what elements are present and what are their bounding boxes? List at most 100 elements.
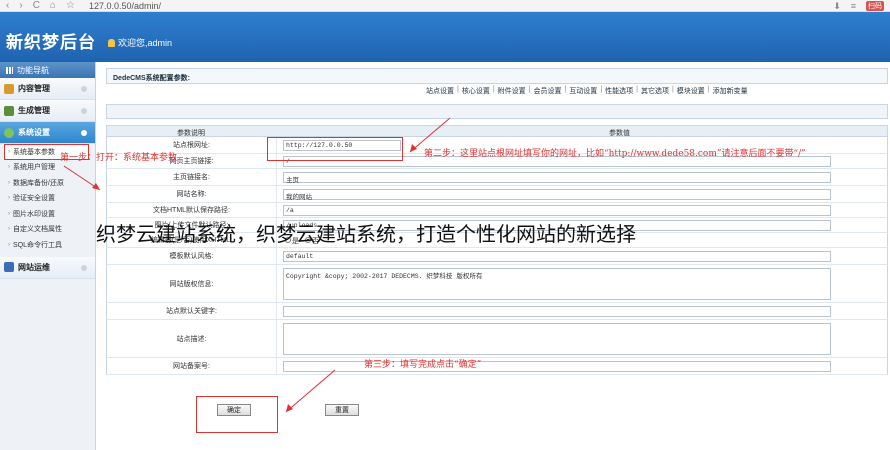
sidebar-group-system[interactable]: 系统设置 bbox=[0, 122, 95, 144]
download-icon[interactable]: ⬇ bbox=[833, 1, 841, 12]
expand-toggle-icon[interactable] bbox=[81, 108, 87, 114]
table-row: 文档HTML默认保存路径: /a bbox=[106, 203, 888, 218]
form-header-bar bbox=[106, 104, 888, 119]
reload-icon[interactable]: C bbox=[33, 0, 40, 11]
sidebar-header: 功能导航 bbox=[0, 62, 95, 78]
sidebar-item-watermark[interactable]: › 图片水印设置 bbox=[0, 206, 95, 222]
sidebar-item-label: 系统用户管理 bbox=[13, 164, 55, 172]
table-row: 站点描述: bbox=[106, 320, 888, 358]
sidebar-group-content[interactable]: 内容管理 bbox=[0, 78, 95, 100]
monitor-icon bbox=[4, 262, 14, 272]
bullet-icon: › bbox=[8, 179, 10, 186]
admin-header: 新织梦后台 欢迎您,admin bbox=[0, 12, 890, 62]
expand-toggle-icon[interactable] bbox=[81, 130, 87, 136]
template-style-input[interactable]: default bbox=[283, 251, 831, 262]
welcome-label: 欢迎您,admin bbox=[118, 38, 173, 48]
panel-title: DedeCMS系统配置参数: bbox=[106, 68, 888, 84]
back-icon[interactable]: ‹ bbox=[6, 0, 9, 11]
forward-icon[interactable]: › bbox=[19, 0, 22, 11]
settings-tabs: 站点设置 | 核心设置 | 附件设置 | 会员设置 | 互动设置 | 性能选项 | 其它选项… bbox=[426, 86, 748, 96]
step1-annotation: 第一步：打开：系统基本参数 bbox=[60, 153, 178, 163]
step2-annotation: 第二步：这里站点根网址填写你的网址，比如“http://www.dede58.c… bbox=[424, 149, 806, 159]
highlight-box-confirm bbox=[196, 396, 278, 433]
bullet-icon: › bbox=[8, 164, 10, 171]
document-icon bbox=[4, 105, 14, 116]
step3-annotation: 第三步：填写完成点击“确定” bbox=[364, 360, 482, 370]
sidebar-group-label: 生成管理 bbox=[18, 106, 50, 115]
tab-interact[interactable]: 互动设置 bbox=[569, 86, 597, 96]
pencil-icon bbox=[4, 83, 14, 94]
sidebar-item-label: SQL命令行工具 bbox=[13, 241, 63, 249]
table-row: 主页链接名: 主页 bbox=[106, 169, 888, 186]
row-label: 网站名称: bbox=[107, 186, 277, 202]
sidebar: 功能导航 内容管理 生成管理 系统设置 › 系统基本参数 › 系统用户管理 › 数据库… bbox=[0, 62, 96, 450]
sidebar-item-label: 图片水印设置 bbox=[13, 210, 55, 218]
table-header: 参数说明 参数值 bbox=[106, 125, 888, 137]
sidebar-group-label: 网站运维 bbox=[18, 262, 50, 272]
highlight-box-url bbox=[267, 137, 403, 161]
homepage-name-input[interactable]: 主页 bbox=[283, 172, 831, 184]
home-icon[interactable]: ⌂ bbox=[50, 0, 56, 11]
row-label: 站点默认关键字: bbox=[107, 303, 277, 319]
table-row: 站点默认关键字: bbox=[106, 303, 888, 320]
site-name-input[interactable]: 我的网站 bbox=[283, 189, 831, 201]
expand-toggle-icon[interactable] bbox=[81, 86, 87, 92]
row-label: 模板默认风格: bbox=[107, 248, 277, 264]
welcome-text: 欢迎您,admin bbox=[108, 36, 172, 49]
sidebar-group-ops[interactable]: 网站运维 bbox=[0, 256, 95, 279]
address-bar[interactable]: 127.0.0.50/admin/ bbox=[89, 1, 161, 11]
row-label: 文档HTML默认保存路径: bbox=[107, 203, 277, 217]
row-label: 站点描述: bbox=[107, 320, 277, 357]
table-row: 网站备案号: bbox=[106, 358, 888, 375]
sidebar-group-label: 系统设置 bbox=[18, 128, 50, 137]
overlay-caption: 织梦云建站系统，织梦云建站系统，打造个性化网站的新选择 bbox=[96, 222, 636, 246]
bullet-icon: › bbox=[8, 226, 10, 233]
sidebar-item-security[interactable]: › 验证安全设置 bbox=[0, 191, 95, 207]
bullet-icon: › bbox=[8, 241, 10, 248]
expand-toggle-icon[interactable] bbox=[81, 264, 87, 271]
sidebar-item-label: 系统基本参数 bbox=[13, 148, 55, 156]
extension-button[interactable]: 扫码 bbox=[866, 1, 884, 11]
sidebar-item-backup[interactable]: › 数据库备份/还原 bbox=[0, 175, 95, 191]
sidebar-item-doc-attrs[interactable]: › 自定义文档属性 bbox=[0, 222, 95, 238]
tab-site[interactable]: 站点设置 bbox=[426, 86, 454, 96]
table-row: 模板默认风格: default bbox=[106, 248, 888, 265]
table-row: 网站名称: 我的网站 bbox=[106, 186, 888, 203]
tab-attachment[interactable]: 附件设置 bbox=[498, 86, 526, 96]
browser-toolbar: ‹ › C ⌂ ☆ 127.0.0.50/admin/ ⬇ ≡ 扫码 bbox=[0, 0, 890, 12]
table-row: 网站版权信息: Copyright &copy; 2002-2017 DEDEC… bbox=[106, 265, 888, 303]
sidebar-group-label: 内容管理 bbox=[18, 84, 50, 93]
copyright-textarea[interactable]: Copyright &copy; 2002-2017 DEDECMS. 织梦科技… bbox=[283, 268, 831, 300]
tab-other[interactable]: 其它选项 bbox=[641, 86, 669, 96]
user-icon bbox=[108, 38, 115, 47]
tab-module[interactable]: 模块设置 bbox=[677, 86, 705, 96]
reset-button[interactable]: 重置 bbox=[325, 404, 359, 416]
site-logo: 新织梦后台 bbox=[6, 33, 96, 53]
url-text[interactable]: 127.0.0.50/admin/ bbox=[89, 1, 161, 11]
sidebar-group-generate[interactable]: 生成管理 bbox=[0, 100, 95, 122]
grid-icon bbox=[6, 66, 13, 74]
tab-core[interactable]: 核心设置 bbox=[462, 86, 490, 96]
tab-performance[interactable]: 性能选项 bbox=[605, 86, 633, 96]
bookmark-star-icon[interactable]: ☆ bbox=[66, 0, 75, 11]
row-label: 主页链接名: bbox=[107, 169, 277, 185]
row-label: 网站备案号: bbox=[107, 358, 277, 374]
row-label: 网站版权信息: bbox=[107, 265, 277, 302]
sidebar-item-sql[interactable]: › SQL命令行工具 bbox=[0, 237, 95, 253]
description-textarea[interactable] bbox=[283, 323, 831, 355]
main-content: DedeCMS系统配置参数: 站点设置 | 核心设置 | 附件设置 | 会员设置 | 互… bbox=[100, 64, 890, 450]
sidebar-item-label: 验证安全设置 bbox=[13, 195, 55, 203]
tab-add-variable[interactable]: 添加新变量 bbox=[713, 86, 748, 96]
sidebar-title: 功能导航 bbox=[17, 65, 49, 75]
settings-table: 站点根网址: http://127.0.0.50 网页主页链接: / 主页链接名… bbox=[106, 137, 888, 375]
bullet-icon: › bbox=[8, 195, 10, 202]
menu-icon[interactable]: ≡ bbox=[851, 1, 856, 11]
html-path-input[interactable]: /a bbox=[283, 205, 831, 216]
gear-icon bbox=[4, 127, 14, 138]
sidebar-item-label: 自定义文档属性 bbox=[13, 226, 62, 234]
keywords-input[interactable] bbox=[283, 306, 831, 317]
sidebar-item-label: 数据库备份/还原 bbox=[13, 179, 64, 187]
bullet-icon: › bbox=[8, 210, 10, 217]
bullet-icon: › bbox=[8, 148, 10, 155]
tab-member[interactable]: 会员设置 bbox=[533, 86, 561, 96]
